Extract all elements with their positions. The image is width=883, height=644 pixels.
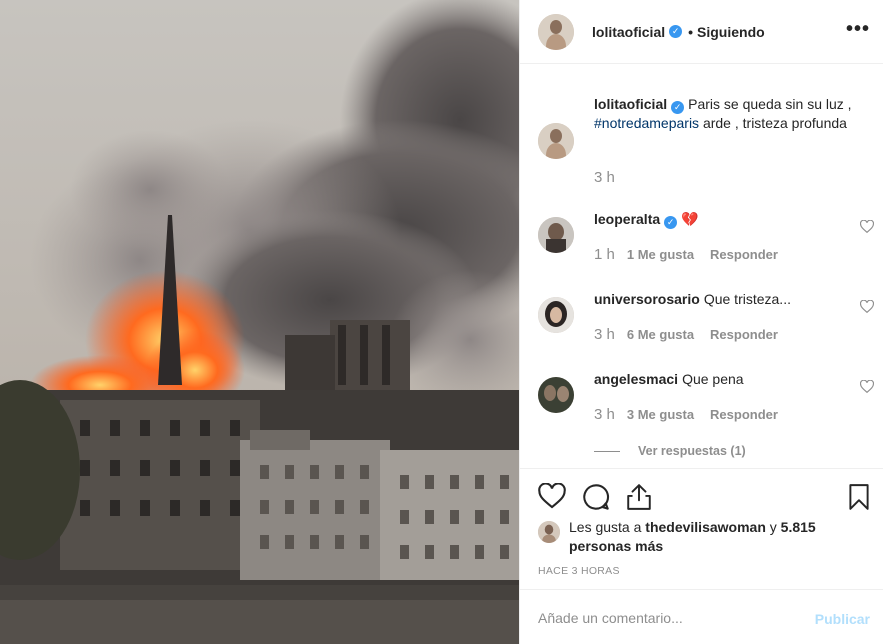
comments-list[interactable]: lolitaoficial ✓ Paris se queda sin su luz … <box>520 65 883 468</box>
comment-avatar[interactable] <box>538 297 574 333</box>
following-button[interactable]: Siguiendo <box>697 24 765 40</box>
view-replies-button[interactable]: Ver respuestas (1) <box>594 444 746 458</box>
reply-button[interactable]: Responder <box>710 247 778 262</box>
liker-username[interactable]: thedevilisawoman <box>645 519 766 535</box>
like-comment-icon[interactable] <box>860 380 874 393</box>
comment-likes[interactable]: 3 Me gusta <box>627 407 694 422</box>
comment-body: Que tristeza... <box>703 291 791 307</box>
comment-time[interactable]: 1 h <box>594 246 615 263</box>
comment-text: leoperalta ✓ 💔 <box>594 210 852 229</box>
verified-badge-icon: ✓ <box>671 101 685 114</box>
replies-divider-line <box>594 450 620 452</box>
caption-text: lolitaoficial ✓ Paris se queda sin su luz … <box>594 95 852 133</box>
heart-icon[interactable] <box>538 483 566 509</box>
caption-text-after: arde , tristeza profunda <box>699 115 847 131</box>
likes-middle: y <box>765 519 781 535</box>
header-author-line: lolitaoficial ✓ • Siguiendo <box>592 24 765 40</box>
comment-avatar[interactable] <box>538 377 574 413</box>
comment-meta: 3 h 6 Me gusta Responder <box>594 326 794 343</box>
comment-icon[interactable] <box>582 483 610 511</box>
post-actions-bar <box>520 468 883 524</box>
view-replies-label: Ver respuestas (1) <box>638 444 746 458</box>
comment-text: universorosario Que tristeza... <box>594 290 852 309</box>
comment-likes[interactable]: 1 Me gusta <box>627 247 694 262</box>
more-options-icon[interactable]: ••• <box>846 19 870 39</box>
author-username[interactable]: lolitaoficial <box>592 24 665 40</box>
post-timestamp[interactable]: HACE 3 HORAS <box>538 565 620 577</box>
like-comment-icon[interactable] <box>860 220 874 233</box>
comment-username[interactable]: angelesmaci <box>594 371 678 387</box>
comment-username[interactable]: leoperalta <box>594 211 660 227</box>
post-photo[interactable] <box>0 0 519 644</box>
comment-input[interactable] <box>538 610 788 626</box>
comment-text: angelesmaci Que pena <box>594 370 852 389</box>
post-side-panel: lolitaoficial ✓ • Siguiendo ••• lolitaof… <box>519 0 883 644</box>
caption-text-before: Paris se queda sin su luz , <box>688 96 852 112</box>
post-header: lolitaoficial ✓ • Siguiendo ••• <box>520 0 883 64</box>
caption-meta: 3 h <box>594 169 627 186</box>
likes-text: Les gusta a thedevilisawoman y 5.815 per… <box>569 518 849 556</box>
comment-likes[interactable]: 6 Me gusta <box>627 327 694 342</box>
share-icon[interactable] <box>626 483 652 511</box>
notre-dame-fire-image <box>0 0 519 644</box>
comment-time[interactable]: 3 h <box>594 326 615 343</box>
reply-button[interactable]: Responder <box>710 327 778 342</box>
caption-hashtag-link[interactable]: #notredameparis <box>594 115 699 131</box>
publish-button[interactable]: Publicar <box>815 611 870 627</box>
comment-meta: 3 h 3 Me gusta Responder <box>594 406 794 423</box>
verified-badge-icon: ✓ <box>669 25 683 38</box>
comment-time[interactable]: 3 h <box>594 406 615 423</box>
comment-body: 💔 <box>681 211 699 227</box>
liker-avatar[interactable] <box>538 521 560 543</box>
likes-prefix: Les gusta a <box>569 519 646 535</box>
header-separator: • <box>688 23 694 40</box>
like-comment-icon[interactable] <box>860 300 874 313</box>
caption-username[interactable]: lolitaoficial <box>594 96 667 112</box>
author-avatar[interactable] <box>538 13 574 50</box>
verified-badge-icon: ✓ <box>664 216 678 229</box>
comment-username[interactable]: universorosario <box>594 291 700 307</box>
comment-body: Que pena <box>682 371 744 387</box>
comment-avatar[interactable] <box>538 217 574 253</box>
reply-button[interactable]: Responder <box>710 407 778 422</box>
add-comment-form: Publicar <box>520 589 883 644</box>
caption-time[interactable]: 3 h <box>594 169 615 186</box>
comment-meta: 1 h 1 Me gusta Responder <box>594 246 794 263</box>
bookmark-icon[interactable] <box>848 483 870 511</box>
caption-avatar[interactable] <box>538 123 574 159</box>
